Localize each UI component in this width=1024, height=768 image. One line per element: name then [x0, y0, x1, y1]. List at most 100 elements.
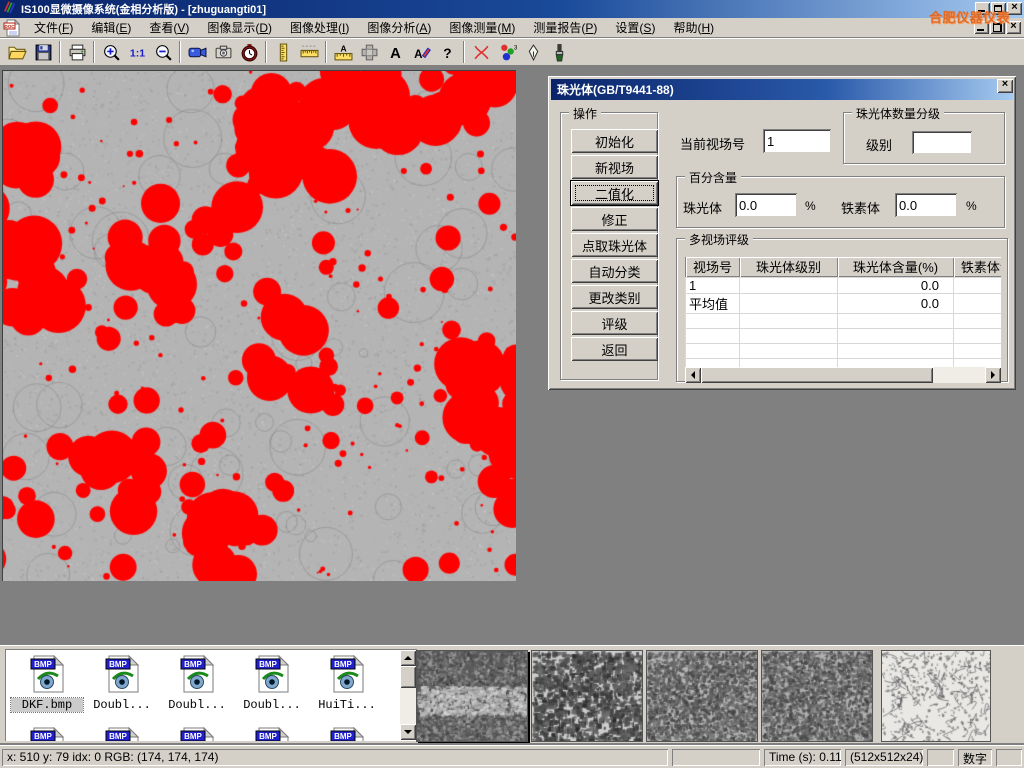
save-icon[interactable] — [30, 40, 56, 64]
file-item-partial[interactable]: BMP — [11, 727, 83, 741]
title-bar: IS100显微摄像系统(金相分析版) - [zhuguangti01] — [0, 0, 1024, 18]
op-button-返回[interactable]: 返回 — [571, 337, 658, 361]
grade-level-label: 级别 — [866, 135, 892, 154]
pearlite-percent-input[interactable] — [735, 193, 797, 217]
multi-field-group: 多视场评级 视场号珠光体级别珠光体含量(%)铁素体含量(%)10.0平均值0.0 — [676, 238, 1008, 382]
menu-item-p[interactable]: 测量报告(P) — [524, 19, 606, 37]
file-item-partial[interactable]: BMP — [161, 727, 233, 741]
help-icon[interactable]: ? — [434, 40, 460, 64]
grid-tool-icon[interactable] — [356, 40, 382, 64]
svg-text:BMP: BMP — [34, 732, 52, 741]
menu-item-m[interactable]: 图像测量(M) — [440, 19, 524, 37]
video-camera-icon[interactable] — [184, 40, 210, 64]
op-button-修正[interactable]: 修正 — [571, 207, 658, 231]
table-column-header: 铁素体含量(%) — [954, 257, 1002, 277]
caliper-icon[interactable] — [270, 40, 296, 64]
timer-clock-icon[interactable] — [236, 40, 262, 64]
menu-item-d[interactable]: 图像显示(D) — [198, 19, 281, 37]
brush-tool-icon[interactable] — [546, 40, 572, 64]
menu-bar: DOC 文件(F)编辑(E)查看(V)图像显示(D)图像处理(I)图像分析(A)… — [0, 18, 1024, 38]
open-icon[interactable] — [4, 40, 30, 64]
file-name: Doubl... — [236, 698, 308, 712]
op-button-二值化[interactable]: 二值化 — [571, 181, 658, 205]
snapshot-camera-icon[interactable] — [210, 40, 236, 64]
dialog-close-button[interactable] — [997, 79, 1013, 93]
ferrite-unit: % — [966, 199, 977, 213]
file-item-partial[interactable]: BMP — [236, 727, 308, 741]
thumbnail-image[interactable] — [761, 650, 873, 742]
svg-text:BMP: BMP — [109, 660, 127, 669]
scrollbar-track[interactable] — [933, 367, 985, 383]
op-button-点取珠光体[interactable]: 点取珠光体 — [571, 233, 658, 257]
dialog-title-bar[interactable]: 珠光体(GB/T9441-88) — [551, 79, 1013, 100]
metallographic-image[interactable] — [2, 70, 516, 581]
op-button-自动分类[interactable]: 自动分类 — [571, 259, 658, 283]
status-panel-3: (512x512x24) — [845, 749, 923, 766]
thumbnail-image[interactable] — [646, 650, 758, 742]
file-item-partial[interactable]: BMP — [86, 727, 158, 741]
toolbar-separator — [463, 41, 465, 63]
op-button-更改类别[interactable]: 更改类别 — [571, 285, 658, 309]
table-row[interactable]: 平均值0.0 — [686, 293, 1002, 313]
particle-classify-icon[interactable]: 3 — [494, 40, 520, 64]
menu-item-i[interactable]: 图像处理(I) — [281, 19, 358, 37]
measure-scale-icon[interactable]: A — [330, 40, 356, 64]
menu-item-a[interactable]: 图像分析(A) — [358, 19, 440, 37]
op-button-评级[interactable]: 评级 — [571, 311, 658, 335]
grade-level-input[interactable] — [912, 131, 972, 154]
file-item[interactable]: BMPDoubl... — [161, 655, 233, 712]
file-item[interactable]: BMPDoubl... — [86, 655, 158, 712]
scroll-down-button[interactable] — [400, 724, 416, 740]
file-name: DKF.bmp — [11, 698, 83, 712]
menu-item-s[interactable]: 设置(S) — [606, 19, 664, 37]
zoom-in-icon[interactable] — [98, 40, 124, 64]
file-item[interactable]: BMPDKF.bmp — [11, 655, 83, 712]
svg-text:A: A — [390, 45, 401, 61]
menu-item-f[interactable]: 文件(F) — [25, 19, 82, 37]
current-field-input[interactable] — [763, 129, 831, 153]
window-title: IS100显微摄像系统(金相分析版) - [zhuguangti01] — [21, 1, 266, 17]
file-item[interactable]: BMPDoubl... — [236, 655, 308, 712]
table-row[interactable] — [686, 313, 1002, 328]
scroll-up-button[interactable] — [400, 650, 416, 666]
file-scrollbar-thumb[interactable] — [400, 666, 416, 688]
table-row[interactable] — [686, 343, 1002, 358]
file-scrollbar-track[interactable] — [400, 688, 416, 724]
curve-tool-icon[interactable] — [468, 40, 494, 64]
scrollbar-thumb[interactable] — [701, 367, 933, 383]
status-bar: x: 510 y: 79 idx: 0 RGB: (174, 174, 174)… — [0, 745, 1024, 768]
menu-item-v[interactable]: 查看(V) — [140, 19, 198, 37]
op-button-初始化[interactable]: 初始化 — [571, 129, 658, 153]
ferrite-percent-input[interactable] — [895, 193, 957, 217]
status-panel-5: 数字 — [958, 749, 992, 766]
svg-text:1:1: 1:1 — [129, 47, 144, 59]
file-item-partial[interactable]: BMP — [311, 727, 383, 741]
svg-text:BMP: BMP — [109, 732, 127, 741]
svg-text:DOC: DOC — [5, 24, 16, 29]
zoom-out-icon[interactable] — [150, 40, 176, 64]
table-row[interactable] — [686, 328, 1002, 343]
file-list-scrollbar[interactable] — [400, 650, 416, 740]
text-label-icon[interactable]: A — [382, 40, 408, 64]
table-horizontal-scrollbar[interactable] — [685, 367, 1001, 383]
dialog-title: 珠光体(GB/T9441-88) — [557, 81, 674, 98]
menu-item-h[interactable]: 帮助(H) — [664, 19, 723, 37]
pen-tool-icon[interactable] — [520, 40, 546, 64]
op-button-新视场[interactable]: 新视场 — [571, 155, 658, 179]
thumbnail-image[interactable] — [531, 650, 643, 742]
workspace: 珠光体(GB/T9441-88) 操作 初始化新视场二值化修正点取珠光体自动分类… — [0, 66, 1024, 645]
thumbnail-image[interactable] — [881, 650, 991, 742]
scroll-right-button[interactable] — [985, 367, 1001, 383]
menu-item-e[interactable]: 编辑(E) — [82, 19, 140, 37]
ruler-icon[interactable] — [296, 40, 322, 64]
print-icon[interactable] — [64, 40, 90, 64]
pearlite-dialog: 珠光体(GB/T9441-88) 操作 初始化新视场二值化修正点取珠光体自动分类… — [548, 76, 1016, 390]
status-panel-1 — [672, 749, 760, 766]
scroll-left-button[interactable] — [685, 367, 701, 383]
status-panel-2: Time (s): 0.113 — [764, 749, 841, 766]
actual-size-icon[interactable]: 1:1 — [124, 40, 150, 64]
file-item[interactable]: BMPHuiTi... — [311, 655, 383, 712]
thumbnail-image[interactable] — [416, 650, 528, 742]
edit-annotation-icon[interactable]: A — [408, 40, 434, 64]
table-row[interactable]: 10.0 — [686, 277, 1002, 293]
